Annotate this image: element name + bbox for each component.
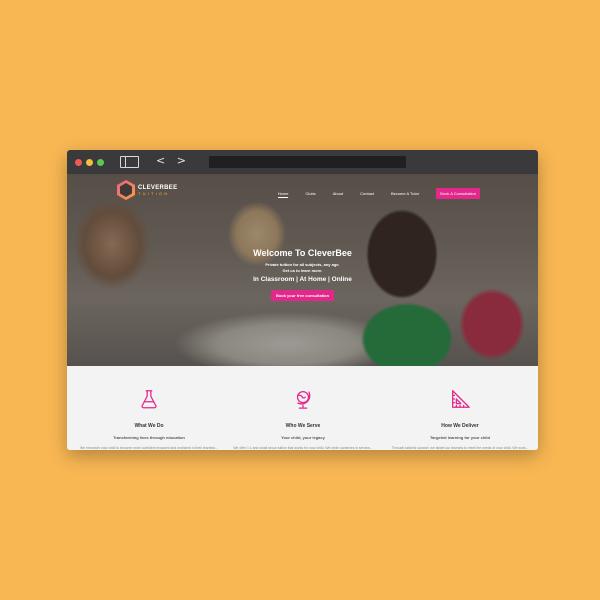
feature-subtitle: Your child, your legacy	[281, 435, 325, 440]
flask-icon	[141, 390, 157, 409]
hero-modes: In Classroom | At Home | Online	[253, 275, 352, 283]
feature-subtitle: Transforming lives through education	[113, 435, 185, 440]
nav-item-contact[interactable]: Contact	[360, 191, 374, 196]
feature-title: What We Do	[134, 423, 164, 429]
set-square-icon	[452, 390, 470, 408]
feature-body: Through tailored support, we target our …	[391, 446, 529, 449]
hero-subtitle-line2: Get us to learn more.	[282, 267, 323, 273]
sidebar-toggle-icon[interactable]	[120, 156, 139, 168]
nav-item-clubs[interactable]: Clubs	[305, 191, 315, 196]
feature-how-we-deliver: How We Deliver Targeted learning for you…	[385, 388, 535, 449]
nav-item-about[interactable]: About	[333, 191, 343, 196]
browser-toolbar: < >	[67, 150, 538, 174]
hexagon-logo-icon	[117, 180, 135, 200]
page-viewport: CLEVERBEE TUITION Home Clubs About Conta…	[67, 174, 538, 450]
feature-body: We offer 1:1 and small group tuition tha…	[233, 446, 373, 449]
globe-icon	[296, 391, 311, 409]
feature-body: We empower your child to become more con…	[80, 446, 218, 449]
feature-what-we-do: What We Do Transforming lives through ed…	[74, 388, 224, 449]
features-section: What We Do Transforming lives through ed…	[67, 366, 538, 450]
site-logo[interactable]: CLEVERBEE TUITION	[117, 180, 177, 200]
logo-tagline: TUITION	[138, 190, 170, 196]
back-forward-arrows[interactable]: < >	[156, 154, 190, 167]
nav-item-home[interactable]: Home	[277, 191, 288, 198]
book-consultation-button[interactable]: Book A Consultation	[436, 188, 480, 199]
browser-window: < > CLEVERBEE TUITION Home Clubs About C…	[67, 150, 538, 450]
hero-copy: Welcome To CleverBee Private tuition for…	[67, 248, 538, 302]
feature-title: How We Deliver	[441, 423, 479, 429]
hero-section: CLEVERBEE TUITION Home Clubs About Conta…	[67, 174, 538, 366]
address-bar[interactable]	[209, 156, 406, 168]
free-consultation-button[interactable]: Book your free consultation	[270, 289, 335, 301]
feature-title: Who We Serve	[285, 423, 321, 429]
feature-who-we-serve: Who We Serve Your child, your legacy We …	[228, 388, 378, 449]
hero-title: Welcome To CleverBee	[253, 248, 352, 258]
nav-item-become-a-tutor[interactable]: Become A Tutor	[391, 191, 419, 196]
feature-subtitle: Targeted learning for your child	[430, 435, 490, 440]
minimize-window-button[interactable]	[86, 158, 93, 166]
hero-subtitle-line1: Private tuition for all subjects, any ag…	[265, 262, 340, 267]
close-window-button[interactable]	[75, 158, 82, 166]
maximize-window-button[interactable]	[97, 158, 104, 166]
logo-name: CLEVERBEE	[138, 184, 178, 191]
main-nav: Home Clubs About Contact Become A Tutor …	[277, 188, 480, 199]
